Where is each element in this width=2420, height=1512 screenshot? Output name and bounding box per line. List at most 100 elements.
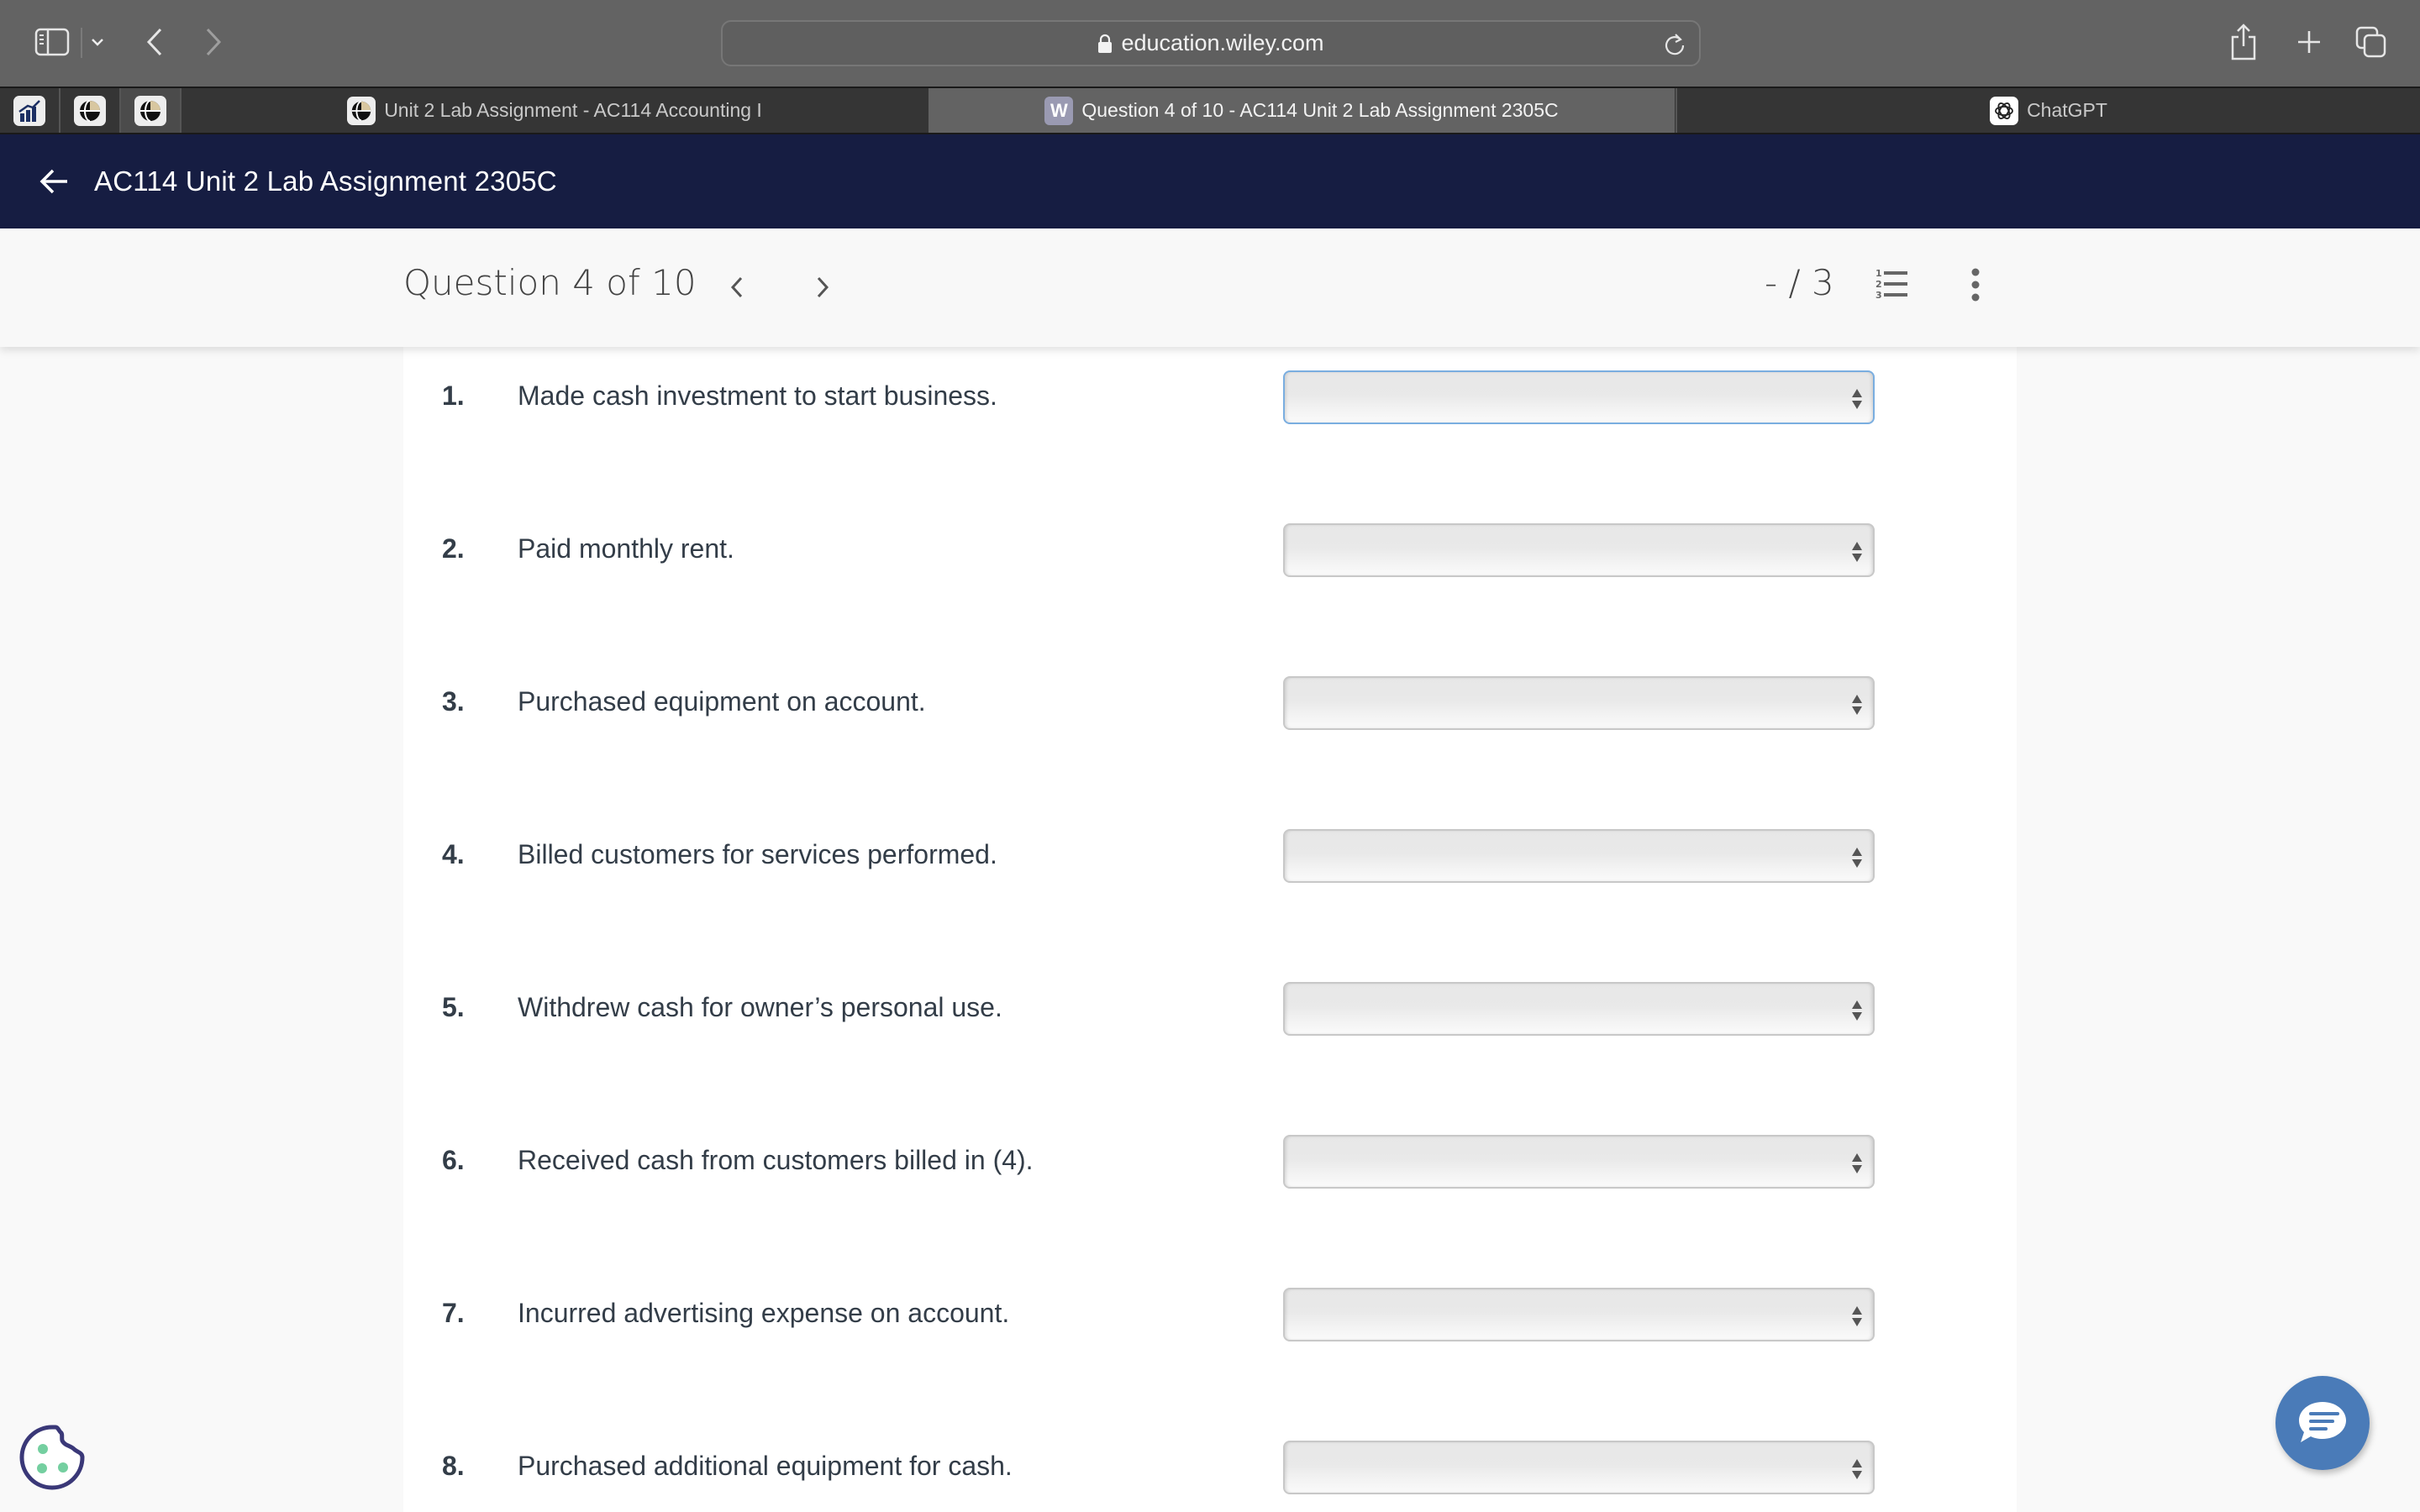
- transaction-row: 1. Made cash investment to start busines…: [403, 370, 2017, 424]
- chevron-left-icon: [146, 28, 162, 56]
- sidebar-menu-button[interactable]: [87, 30, 108, 54]
- transaction-row: 8. Purchased additional equipment for ca…: [403, 1441, 2017, 1494]
- back-to-assignment-button[interactable]: [37, 165, 71, 198]
- previous-question-button[interactable]: [723, 269, 751, 306]
- transaction-number: 4.: [442, 839, 465, 869]
- question-score: - / 3: [1765, 262, 1834, 303]
- transaction-number: 1.: [442, 381, 465, 411]
- svg-text:1: 1: [1876, 268, 1882, 279]
- pinned-tab-active[interactable]: [121, 88, 182, 133]
- address-bar[interactable]: education.wiley.com: [721, 20, 1701, 66]
- select-arrows-icon: [1852, 1000, 1862, 1021]
- chart-favicon: [13, 95, 45, 126]
- select-arrows-icon: [1852, 1459, 1862, 1479]
- svg-text:2: 2: [1876, 279, 1882, 290]
- more-vertical-icon: [1971, 268, 1980, 302]
- new-tab-button[interactable]: [2292, 25, 2326, 59]
- share-icon: [2231, 24, 2256, 60]
- chat-bubble-icon: [2299, 1402, 2346, 1442]
- account-effect-select[interactable]: [1283, 982, 1875, 1036]
- transaction-row: 5. Withdrew cash for owner’s personal us…: [403, 982, 2017, 1036]
- tab-chatgpt[interactable]: ChatGPT: [1676, 88, 2420, 133]
- transaction-number: 5.: [442, 992, 465, 1022]
- transaction-description: Received cash from customers billed in (…: [518, 1145, 1034, 1175]
- url-text: education.wiley.com: [1121, 30, 1324, 55]
- pinned-tab[interactable]: [0, 88, 60, 133]
- pinned-tab[interactable]: [60, 88, 121, 133]
- transaction-number: 6.: [442, 1145, 465, 1175]
- question-header: Question 4 of 10 - / 3 123: [0, 228, 2420, 347]
- select-arrows-icon: [1852, 1306, 1862, 1326]
- reload-icon: [1665, 34, 1685, 55]
- chevron-right-icon: [817, 276, 829, 298]
- transaction-number: 8.: [442, 1451, 465, 1481]
- chevron-down-icon: [92, 39, 103, 46]
- transaction-description: Billed customers for services performed.: [518, 839, 997, 869]
- select-arrows-icon: [1852, 695, 1862, 715]
- account-effect-select[interactable]: [1283, 829, 1875, 883]
- select-arrows-icon: [1852, 1153, 1862, 1173]
- globe-favicon: [347, 96, 376, 125]
- question-list-button[interactable]: 123: [1876, 267, 1912, 304]
- tabs-icon: [2355, 26, 2386, 58]
- toolbar-divider: [81, 28, 82, 58]
- cookie-settings-button[interactable]: [18, 1422, 89, 1493]
- assignment-title: AC114 Unit 2 Lab Assignment 2305C: [94, 165, 557, 197]
- tab-title: Question 4 of 10 - AC114 Unit 2 Lab Assi…: [1081, 99, 1559, 121]
- transaction-description: Paid monthly rent.: [518, 533, 734, 564]
- tab-title: ChatGPT: [2027, 99, 2107, 121]
- svg-text:3: 3: [1876, 290, 1882, 301]
- account-effect-select[interactable]: [1283, 370, 1875, 424]
- reload-button[interactable]: [1662, 32, 1687, 57]
- cookie-icon: [19, 1425, 85, 1490]
- account-effect-select[interactable]: [1283, 676, 1875, 730]
- arrow-left-icon: [39, 169, 67, 194]
- chevron-left-icon: [730, 276, 743, 298]
- question-counter: Question 4 of 10: [403, 262, 697, 303]
- select-arrows-icon: [1852, 389, 1862, 409]
- openai-favicon: [1990, 96, 2019, 125]
- transaction-row: 6. Received cash from customers billed i…: [403, 1135, 2017, 1189]
- more-options-button[interactable]: [1963, 265, 1988, 304]
- transaction-number: 3.: [442, 686, 465, 717]
- transaction-number: 7.: [442, 1298, 465, 1328]
- lock-icon: [1098, 34, 1113, 53]
- globe-favicon: [134, 95, 166, 126]
- tab-unit2-lab[interactable]: Unit 2 Lab Assignment - AC114 Accounting…: [182, 88, 928, 133]
- globe-favicon: [74, 95, 106, 126]
- transaction-description: Purchased equipment on account.: [518, 686, 926, 717]
- numbered-list-icon: 123: [1876, 268, 1907, 301]
- browser-forward-button[interactable]: [198, 25, 229, 59]
- wiley-favicon: W: [1044, 96, 1074, 125]
- transaction-row: 7. Incurred advertising expense on accou…: [403, 1288, 2017, 1341]
- tab-question-4[interactable]: W Question 4 of 10 - AC114 Unit 2 Lab As…: [929, 88, 1675, 133]
- next-question-button[interactable]: [808, 269, 837, 306]
- transaction-row: 3. Purchased equipment on account.: [403, 676, 2017, 730]
- chat-support-button[interactable]: [2275, 1376, 2370, 1470]
- tab-overview-button[interactable]: [2353, 24, 2390, 60]
- account-effect-select[interactable]: [1283, 523, 1875, 577]
- app-header: AC114 Unit 2 Lab Assignment 2305C: [0, 134, 2420, 228]
- tab-title: Unit 2 Lab Assignment - AC114 Accounting…: [384, 99, 762, 121]
- select-arrows-icon: [1852, 542, 1862, 562]
- plus-icon: [2298, 31, 2320, 53]
- transaction-description: Purchased additional equipment for cash.: [518, 1451, 1013, 1481]
- sidebar-toggle-button[interactable]: [34, 27, 71, 57]
- transaction-description: Incurred advertising expense on account.: [518, 1298, 1010, 1328]
- share-button[interactable]: [2227, 22, 2260, 62]
- account-effect-select[interactable]: [1283, 1288, 1875, 1341]
- transaction-description: Withdrew cash for owner’s personal use.: [518, 992, 1002, 1022]
- sidebar-icon: [34, 28, 70, 56]
- account-effect-select[interactable]: [1283, 1135, 1875, 1189]
- account-effect-select[interactable]: [1283, 1441, 1875, 1494]
- chevron-right-icon: [206, 28, 222, 56]
- transaction-number: 2.: [442, 533, 465, 564]
- transaction-description: Made cash investment to start business.: [518, 381, 997, 411]
- transaction-row: 4. Billed customers for services perform…: [403, 829, 2017, 883]
- browser-back-button[interactable]: [139, 25, 170, 59]
- question-card: 1. Made cash investment to start busines…: [403, 347, 2017, 1512]
- browser-toolbar: education.wiley.com: [0, 0, 2420, 87]
- transaction-row: 2. Paid monthly rent.: [403, 523, 2017, 577]
- select-arrows-icon: [1852, 848, 1862, 868]
- tab-bar: Unit 2 Lab Assignment - AC114 Accounting…: [0, 87, 2420, 134]
